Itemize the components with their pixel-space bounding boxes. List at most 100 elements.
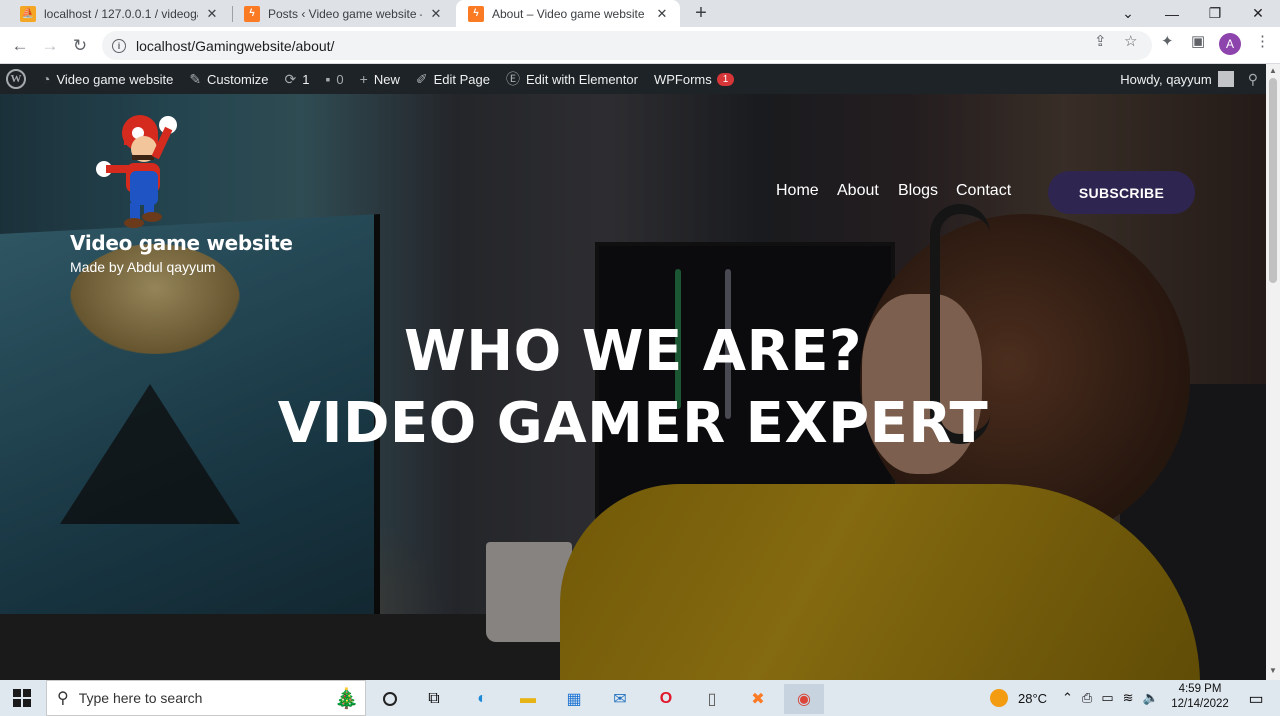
task-view-icon[interactable]: ⧉ — [414, 684, 454, 714]
taskbar-clock[interactable]: 4:59 PM 12/14/2022 — [1168, 682, 1232, 712]
nav-about[interactable]: About — [837, 182, 879, 200]
site-title[interactable]: Video game website — [70, 231, 293, 255]
tab-phpmyadmin[interactable]: ⛵ localhost / 127.0.0.1 / videogame ✕ — [8, 0, 230, 27]
admin-comments-count: 0 — [336, 71, 344, 87]
paintbrush-icon: ✎ — [189, 70, 202, 87]
admin-updates[interactable]: ⟳ 1 — [276, 64, 317, 94]
xampp-icon: ϟ — [244, 5, 260, 22]
address-bar[interactable]: i localhost/Gamingwebsite/about/ — [102, 31, 1152, 60]
chevron-up-icon[interactable]: ⌃ — [1062, 690, 1073, 706]
tab-title: About – Video game website — [492, 6, 645, 21]
info-icon[interactable]: i — [112, 38, 126, 53]
wp-logo-menu[interactable]: W — [0, 64, 34, 94]
back-button[interactable]: ← — [7, 33, 33, 59]
admin-site-name[interactable]: ◔ Video game website — [34, 64, 181, 94]
reload-button[interactable]: ↻ — [67, 33, 93, 59]
wifi-icon[interactable]: ≋ — [1123, 690, 1134, 706]
xampp-icon: ϟ — [468, 5, 484, 22]
admin-site-name-label: Video game website — [56, 71, 174, 87]
xampp-icon[interactable]: ✖ — [738, 684, 778, 714]
menu-kebab-icon[interactable]: ⋮ — [1255, 32, 1270, 50]
admin-edit-elementor[interactable]: Ⓔ Edit with Elementor — [498, 64, 646, 94]
side-panel-icon[interactable]: ▣ — [1191, 32, 1205, 50]
admin-edit-elementor-label: Edit with Elementor — [525, 71, 638, 87]
arrow-left-icon: ← — [11, 36, 29, 55]
nav-home[interactable]: Home — [776, 182, 819, 200]
admin-comments[interactable]: ▪ 0 — [317, 64, 351, 94]
hero-content: Video game website Made by Abdul qayyum … — [0, 94, 1266, 680]
url-text: localhost/Gamingwebsite/about/ — [136, 37, 335, 54]
edge-icon[interactable]: ◐ — [462, 684, 502, 714]
close-tab-icon[interactable]: ✕ — [654, 6, 670, 22]
bookmark-star-icon[interactable]: ☆ — [1124, 32, 1137, 50]
updates-icon: ⟳ — [284, 70, 297, 87]
notepad-icon[interactable]: ▯ — [692, 684, 732, 714]
dashboard-icon: ◔ — [42, 71, 51, 87]
admin-wpforms-label: WPForms — [653, 71, 712, 87]
close-tab-icon[interactable]: ✕ — [204, 6, 220, 22]
chrome-icon[interactable]: ◉ — [784, 684, 824, 714]
meet-now-icon[interactable]: ⎙ — [1082, 690, 1092, 706]
tab-search-button[interactable]: ⌄ — [1106, 0, 1150, 27]
site-tagline: Made by Abdul qayyum — [70, 259, 216, 275]
extensions-icon[interactable]: ✦ — [1161, 32, 1174, 50]
battery-icon[interactable]: ▭ — [1101, 690, 1113, 706]
search-highlight-icon: 🎄 — [334, 687, 359, 710]
share-icon[interactable]: ⇪ — [1094, 32, 1107, 50]
admin-updates-count: 1 — [302, 71, 310, 87]
hero-headline-line2: VIDEO GAMER EXPERT — [277, 391, 989, 456]
admin-customize-label: Customize — [207, 71, 269, 87]
tab-title: Posts ‹ Video game website — W — [268, 6, 422, 21]
notifications-icon[interactable]: ▭ — [1236, 684, 1276, 714]
tab-posts[interactable]: ϟ Posts ‹ Video game website — W ✕ — [232, 0, 454, 27]
scroll-up-icon[interactable]: ▲ — [1266, 66, 1280, 75]
windows-start-icon[interactable] — [2, 683, 42, 713]
restore-button[interactable]: ❐ — [1193, 0, 1237, 27]
mail-icon[interactable]: ✉ — [600, 684, 640, 714]
admin-account[interactable]: Howdy, qayyum ⚲ — [1120, 64, 1258, 94]
site-logo-mario[interactable] — [90, 109, 180, 229]
opera-icon[interactable]: O — [646, 684, 686, 714]
plus-icon: + — [359, 71, 368, 87]
comment-icon: ▪ — [325, 71, 331, 87]
file-explorer-icon[interactable]: ▬ — [508, 684, 548, 714]
admin-edit-page[interactable]: ✐ Edit Page — [408, 64, 498, 94]
arrow-right-icon: → — [41, 36, 59, 55]
scroll-down-icon[interactable]: ▼ — [1266, 666, 1280, 675]
clock-date: 12/14/2022 — [1171, 698, 1229, 710]
nav-contact[interactable]: Contact — [956, 182, 1011, 200]
elementor-icon: Ⓔ — [505, 71, 520, 87]
cortana-icon[interactable] — [370, 684, 410, 714]
reload-icon: ↻ — [72, 36, 88, 55]
admin-wpforms[interactable]: WPForms 1 — [646, 64, 742, 94]
close-window-button[interactable]: ✕ — [1236, 0, 1280, 27]
pencil-icon: ✐ — [415, 70, 428, 87]
volume-icon[interactable]: 🔈 — [1143, 690, 1159, 706]
store-icon[interactable]: ▦ — [554, 684, 594, 714]
browser-tab-strip: ⛵ localhost / 127.0.0.1 / videogame ✕ ϟ … — [0, 0, 1280, 27]
phpmyadmin-icon: ⛵ — [20, 5, 36, 22]
page-scrollbar[interactable]: ▲ ▼ — [1266, 64, 1280, 680]
hero-headline-line1: WHO WE ARE? — [404, 319, 862, 384]
scrollbar-thumb[interactable] — [1269, 78, 1277, 283]
tab-about[interactable]: ϟ About – Video game website ✕ — [456, 0, 680, 27]
profile-avatar[interactable]: A — [1219, 33, 1241, 55]
subscribe-button[interactable]: SUBSCRIBE — [1048, 171, 1195, 214]
browser-toolbar: ← → ↻ i localhost/Gamingwebsite/about/ ⇪… — [0, 27, 1280, 64]
nav-blogs[interactable]: Blogs — [898, 182, 938, 200]
admin-new[interactable]: + New — [352, 64, 408, 94]
system-tray-icons: ⌃ ⎙ ▭ ≋ 🔈 — [1062, 680, 1159, 716]
windows-taskbar: ⚲ Type here to search 🎄 ⧉ ◐ ▬ ▦ ✉ O ▯ ✖ … — [0, 680, 1280, 716]
taskbar-search[interactable]: ⚲ Type here to search 🎄 — [46, 680, 366, 716]
wpforms-badge: 1 — [716, 72, 735, 86]
search-icon[interactable]: ⚲ — [1248, 71, 1258, 88]
close-tab-icon[interactable]: ✕ — [428, 6, 444, 22]
temperature: 28°C — [1018, 690, 1048, 706]
weather-widget[interactable]: 28°C — [990, 680, 1047, 716]
forward-button[interactable]: → — [37, 33, 63, 59]
minimize-button[interactable]: — — [1150, 0, 1194, 27]
user-avatar — [1217, 71, 1234, 87]
admin-customize[interactable]: ✎ Customize — [181, 64, 276, 94]
wp-admin-bar: W ◔ Video game website ✎ Customize ⟳ 1 ▪… — [0, 64, 1266, 94]
new-tab-button[interactable]: + — [690, 2, 712, 25]
